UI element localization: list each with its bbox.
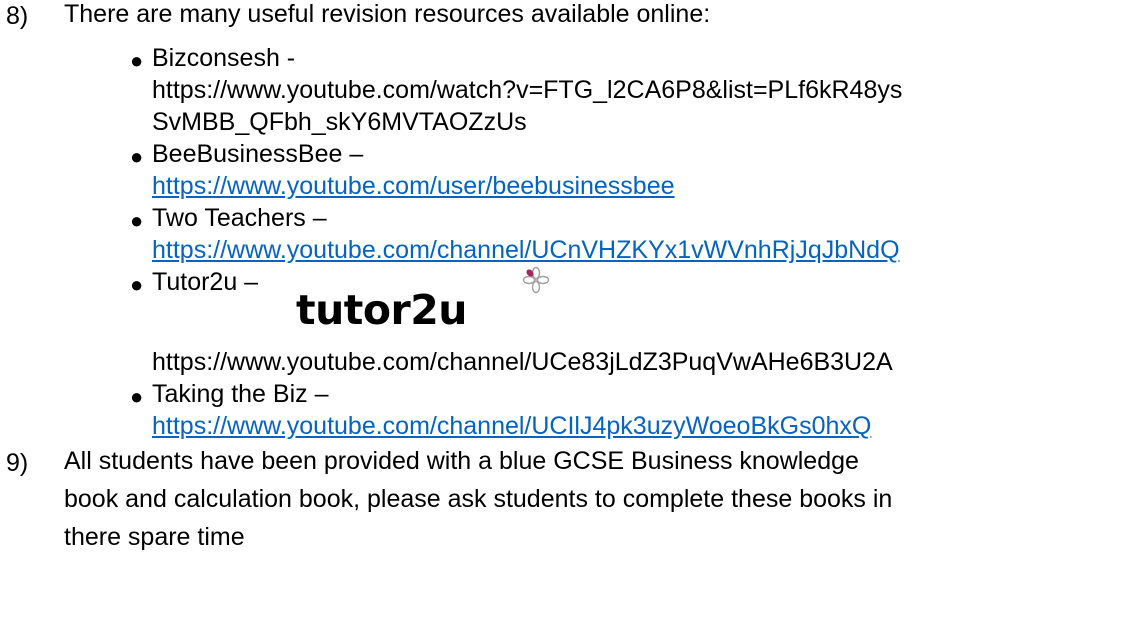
resource-tutor2u-name: Tutor2u – — [152, 268, 259, 296]
bullet-icon: ● — [130, 384, 144, 409]
tutor2u-logo-text: tutor2u — [296, 286, 467, 334]
item-9-text-line1: All students have been provided with a b… — [64, 447, 859, 475]
resource-two-teachers-name: Two Teachers – — [152, 204, 327, 232]
item-9-number: 9) — [6, 449, 29, 477]
bullet-icon: ● — [130, 208, 144, 233]
bullet-icon: ● — [130, 272, 144, 297]
bullet-icon: ● — [130, 144, 144, 169]
resource-bizconsesh-url-line2: SvMBB_QFbh_skY6MVTAOZzUs — [152, 108, 527, 136]
resource-two-teachers-link[interactable]: https://www.youtube.com/channel/UCnVHZKY… — [152, 234, 900, 266]
flower-icon — [522, 266, 550, 294]
resource-taking-the-biz-link[interactable]: https://www.youtube.com/channel/UCIlJ4pk… — [152, 410, 871, 442]
resource-bizconsesh-url-line1: https://www.youtube.com/watch?v=FTG_l2CA… — [152, 76, 903, 104]
resource-taking-the-biz-name: Taking the Biz – — [152, 380, 329, 408]
item-8-number: 8) — [6, 2, 29, 30]
resource-bizconsesh-name: Bizconsesh - — [152, 44, 296, 72]
resource-beebusinessbee-link[interactable]: https://www.youtube.com/user/beebusiness… — [152, 170, 675, 202]
resource-tutor2u-url: https://www.youtube.com/channel/UCe83jLd… — [152, 348, 893, 376]
item-9-text-line3: there spare time — [64, 523, 245, 551]
bullet-icon: ● — [130, 48, 144, 73]
item-9-text-line2: book and calculation book, please ask st… — [64, 485, 893, 513]
item-8-text: There are many useful revision resources… — [64, 0, 711, 28]
resource-beebusinessbee-name: BeeBusinessBee – — [152, 140, 364, 168]
